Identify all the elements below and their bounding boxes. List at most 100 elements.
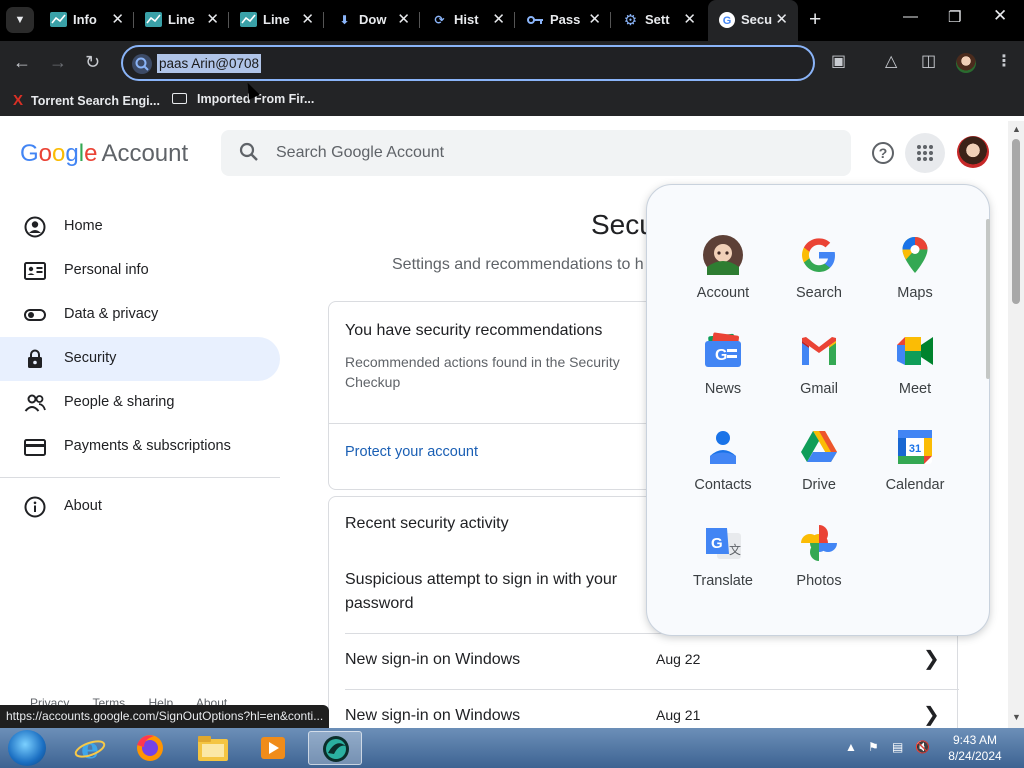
close-icon[interactable]: ✕	[397, 10, 410, 28]
back-button[interactable]: ←	[13, 51, 31, 73]
search-input[interactable]	[276, 130, 836, 176]
profile-avatar[interactable]	[956, 53, 976, 73]
sidebar-item-people-sharing[interactable]: People & sharing	[0, 381, 280, 425]
taskbar-media-player[interactable]	[253, 731, 293, 765]
app-account[interactable]: Account	[675, 223, 771, 313]
network-icon[interactable]: ▤	[892, 740, 903, 754]
close-icon[interactable]: ✕	[111, 10, 124, 28]
browser-tab[interactable]: ⬇ Dow ✕	[326, 7, 420, 33]
sidebar-item-security[interactable]: Security	[0, 337, 280, 381]
browser-tab[interactable]: ⚙ Sett ✕	[612, 7, 706, 33]
help-icon[interactable]: ?	[872, 142, 894, 164]
activity-date: Aug 22	[656, 651, 701, 667]
account-avatar[interactable]	[957, 136, 989, 168]
bookmark-item[interactable]: X Torrent Search Engi...	[13, 92, 160, 109]
browser-tab[interactable]: ⟳ Hist ✕	[421, 7, 515, 33]
taskbar-firefox[interactable]	[130, 731, 170, 765]
app-search[interactable]: Search	[771, 223, 867, 313]
meet-icon	[897, 337, 933, 365]
app-contacts[interactable]: Contacts	[675, 415, 771, 505]
extensions-icon[interactable]: ▣	[831, 51, 846, 71]
svg-text:文: 文	[729, 542, 741, 557]
google-g-icon: G	[718, 11, 735, 28]
close-window-button[interactable]: ✕	[993, 6, 1007, 26]
svg-text:G: G	[715, 347, 727, 364]
show-hidden-icons-chevron[interactable]: ▲	[845, 740, 857, 754]
scroll-down-arrow-icon[interactable]: ▼	[1012, 712, 1021, 722]
browser-tab[interactable]: Pass ✕	[517, 7, 611, 33]
browser-tab[interactable]: Line ✕	[135, 7, 229, 33]
bookmarks-bar: X Torrent Search Engi... Imported From Fi…	[0, 85, 1024, 116]
tab-title: Hist	[454, 12, 479, 27]
svg-text:e: e	[81, 732, 99, 765]
app-photos[interactable]: Photos	[771, 511, 867, 601]
close-icon[interactable]: ✕	[683, 10, 696, 28]
calendar-day-number: 31	[909, 443, 921, 455]
google-apps-button[interactable]	[905, 133, 945, 173]
side-panel-icon[interactable]: ◫	[921, 51, 936, 71]
menu-kebab-icon[interactable]: ⋮	[996, 51, 1012, 71]
sidebar-item-payments[interactable]: Payments & subscriptions	[0, 425, 280, 469]
torrent-x-icon: X	[13, 92, 24, 109]
app-gmail[interactable]: Gmail	[771, 319, 867, 409]
google-account-logo[interactable]: Google Account	[20, 140, 188, 168]
system-clock[interactable]: 9:43 AM 8/24/2024	[940, 732, 1010, 764]
clock-time: 9:43 AM	[952, 733, 998, 747]
new-tab-button[interactable]: +	[809, 8, 821, 32]
sidebar-item-personal-info[interactable]: Personal info	[0, 249, 280, 293]
app-meet[interactable]: Meet	[867, 319, 963, 409]
close-icon[interactable]: ✕	[206, 10, 219, 28]
scroll-up-arrow-icon[interactable]: ▲	[1012, 124, 1021, 134]
close-icon[interactable]: ✕	[588, 10, 601, 28]
taskbar-browser-active[interactable]	[308, 731, 362, 765]
account-search-box[interactable]	[221, 130, 851, 176]
tab-search-button[interactable]: ▼	[6, 7, 34, 33]
gear-icon: ⚙	[623, 11, 638, 29]
page-scrollbar[interactable]: ▲ ▼	[1008, 121, 1024, 728]
address-bar[interactable]: paas Arin@0708	[121, 45, 815, 81]
tab-title: Secu	[741, 12, 773, 27]
close-icon[interactable]: ✕	[301, 10, 314, 28]
app-label: Photos	[796, 573, 842, 589]
minimize-button[interactable]: —	[903, 8, 918, 25]
protect-account-link[interactable]: Protect your account	[345, 444, 478, 460]
browser-tab-active[interactable]: G Secu ✕	[708, 0, 798, 41]
browser-tab[interactable]: Line ✕	[230, 7, 324, 33]
sidebar-item-home[interactable]: Home	[0, 205, 280, 249]
download-icon: ⬇	[339, 12, 350, 27]
sidebar-item-label: Payments & subscriptions	[64, 438, 231, 454]
drive-icon	[801, 431, 837, 462]
scrollbar-thumb[interactable]	[1012, 139, 1020, 304]
chevron-right-icon: ❯	[923, 704, 940, 726]
forward-button[interactable]: →	[49, 51, 67, 73]
action-center-flag-icon[interactable]: ⚑	[868, 740, 879, 754]
close-icon[interactable]: ✕	[775, 10, 788, 28]
lock-icon	[28, 349, 42, 368]
bookmark-folder[interactable]: Imported From Fir...	[172, 92, 314, 106]
sidebar-item-label: Security	[64, 350, 117, 366]
volume-muted-icon[interactable]: 🔇	[915, 740, 930, 754]
close-icon[interactable]: ✕	[492, 10, 505, 28]
status-url-bubble: https://accounts.google.com/SignOutOptio…	[0, 705, 330, 728]
sidebar-item-about[interactable]: About	[0, 485, 280, 529]
address-text[interactable]: paas Arin@0708	[157, 54, 262, 73]
app-drive[interactable]: Drive	[771, 415, 867, 505]
taskbar-ie[interactable]: e	[70, 731, 110, 765]
app-news[interactable]: G News	[675, 319, 771, 409]
tab-title: Pass	[550, 12, 581, 27]
browser-tab[interactable]: Info ✕	[40, 7, 134, 33]
tab-title: Info	[73, 12, 97, 27]
popup-scrollbar[interactable]	[986, 219, 990, 379]
app-maps[interactable]: Maps	[867, 223, 963, 313]
restore-button[interactable]: ❐	[948, 8, 961, 26]
start-button[interactable]	[8, 730, 46, 766]
taskbar-explorer[interactable]	[193, 731, 233, 765]
app-calendar[interactable]: 31 Calendar	[867, 415, 963, 505]
sidebar-item-data-privacy[interactable]: Data & privacy	[0, 293, 280, 337]
people-icon	[24, 394, 46, 412]
reload-button[interactable]: ↻	[85, 51, 100, 73]
id-card-icon	[24, 262, 46, 280]
labs-flask-icon[interactable]: △	[885, 51, 897, 71]
app-translate[interactable]: G 文 Translate	[675, 511, 771, 601]
account-wordmark: Account	[101, 140, 189, 167]
